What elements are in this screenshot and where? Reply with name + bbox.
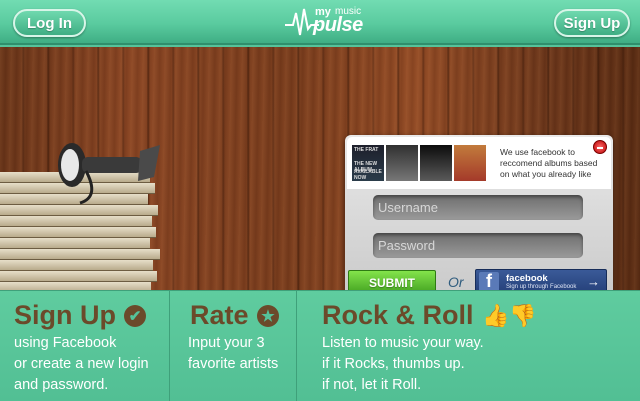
feature-line: Input your 3: [188, 335, 265, 351]
record: [0, 249, 160, 260]
feature-title: Rock & Roll: [322, 300, 474, 330]
close-icon[interactable]: [593, 140, 607, 154]
feature-line: if not, let it Roll.: [322, 377, 422, 393]
album-tagline: AVAILABLE NOW: [354, 169, 382, 181]
feature-line: and password.: [14, 377, 109, 393]
password-field[interactable]: [373, 233, 583, 258]
hero-wood-background: THE FRAT THE NEW ALBUM AVAILABLE NOW We …: [0, 47, 640, 301]
feature-line: using Facebook: [14, 335, 117, 351]
or-label: Or: [448, 274, 464, 290]
facebook-icon: f: [479, 271, 499, 292]
headphones-icon: [58, 143, 160, 205]
album-cover: [386, 145, 418, 181]
feature-strip: Sign Up ✔ using Facebook or create a new…: [0, 290, 640, 401]
arrow-right-icon: →: [587, 274, 600, 289]
record: [0, 227, 156, 238]
feature-description: using Facebook or create a new login and…: [14, 333, 149, 396]
record: [0, 260, 153, 271]
album-cover: THE FRAT THE NEW ALBUM AVAILABLE NOW: [352, 145, 384, 181]
username-field[interactable]: [373, 195, 583, 220]
panel-header: THE FRAT THE NEW ALBUM AVAILABLE NOW We …: [347, 137, 611, 189]
facebook-button-title: facebook: [506, 273, 548, 284]
feature-line: or create a new login: [14, 356, 149, 372]
feature-sign-up: Sign Up ✔ using Facebook or create a new…: [0, 291, 169, 401]
feature-line: Listen to music your way.: [322, 335, 484, 351]
record: [0, 216, 152, 227]
facebook-note: We use facebook to reccomend albums base…: [500, 147, 598, 179]
record: [0, 271, 157, 282]
my-music-pulse-logo[interactable]: my music pulse: [285, 3, 363, 41]
feature-title: Rate: [190, 300, 249, 330]
feature-line: if it Rocks, thumbs up.: [322, 356, 465, 372]
feature-rock-and-roll: Rock & Roll 👍👎 Listen to music your way.…: [296, 291, 640, 401]
record: [0, 238, 150, 249]
login-panel: THE FRAT THE NEW ALBUM AVAILABLE NOW We …: [345, 135, 613, 301]
feature-description: Input your 3 favorite artists: [188, 333, 278, 375]
top-bar: Log In my music pulse Sign Up: [0, 0, 640, 45]
star-circle-icon: ★: [257, 305, 279, 327]
thumbs-icon: 👍👎: [482, 303, 537, 328]
feature-description: Listen to music your way. if it Rocks, t…: [322, 333, 484, 396]
album-cover: [454, 145, 486, 181]
album-title: THE FRAT: [354, 147, 379, 153]
login-button[interactable]: Log In: [13, 9, 86, 37]
check-circle-icon: ✔: [124, 305, 146, 327]
feature-line: favorite artists: [188, 356, 279, 372]
signup-button[interactable]: Sign Up: [554, 9, 630, 37]
album-cover: [420, 145, 452, 181]
feature-rate: Rate ★ Input your 3 favorite artists: [169, 291, 296, 401]
logo-word-pulse: pulse: [313, 14, 363, 36]
feature-title: Sign Up: [14, 300, 116, 330]
album-covers: THE FRAT THE NEW ALBUM AVAILABLE NOW: [352, 145, 486, 181]
